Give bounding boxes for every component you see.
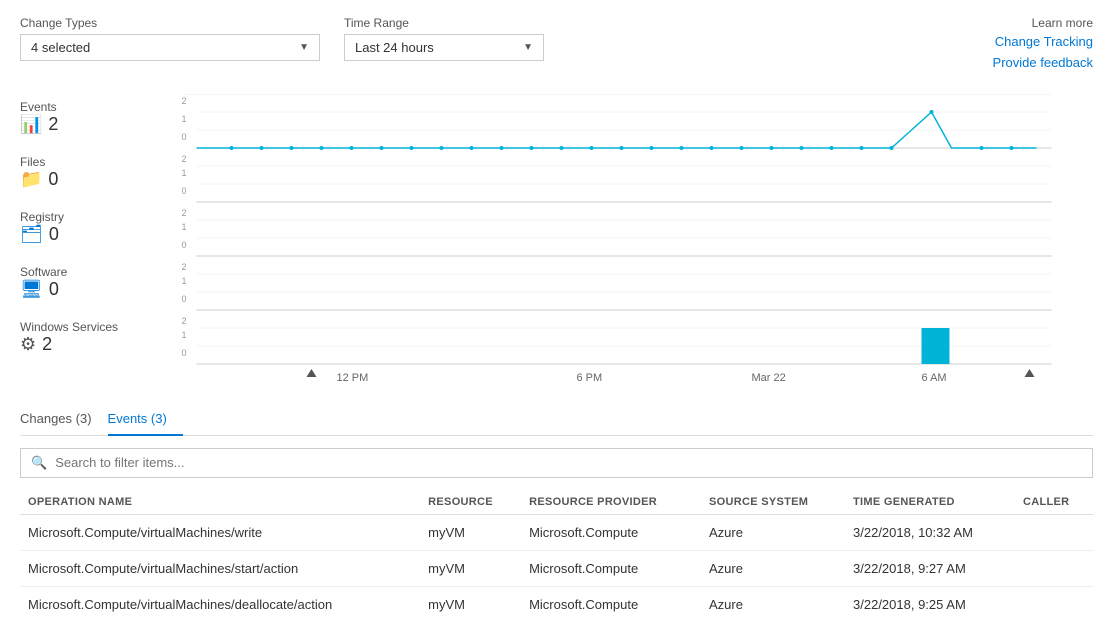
col-header-caller: CALLER <box>1015 490 1093 515</box>
cell-source: Azure <box>701 514 845 550</box>
cell-operation: Microsoft.Compute/virtualMachines/deallo… <box>20 586 420 622</box>
registry-icon: 🗂 <box>20 224 43 245</box>
search-box: 🔍 <box>20 448 1093 478</box>
svg-text:0: 0 <box>182 132 187 142</box>
table-row[interactable]: Microsoft.Compute/virtualMachines/write … <box>20 514 1093 550</box>
cell-resource: myVM <box>420 514 521 550</box>
search-icon: 🔍 <box>31 455 47 471</box>
change-types-dropdown[interactable]: 4 selected ▼ <box>20 34 320 61</box>
svg-text:1: 1 <box>182 114 187 124</box>
col-header-provider: RESOURCE PROVIDER <box>521 490 701 515</box>
provide-feedback-link[interactable]: Provide feedback <box>993 53 1093 74</box>
tab-changes[interactable]: Changes (3) <box>20 403 108 436</box>
svg-text:2: 2 <box>182 96 187 106</box>
table-row[interactable]: Microsoft.Compute/virtualMachines/deallo… <box>20 586 1093 622</box>
change-types-value: 4 selected <box>31 40 90 55</box>
windows-services-icon: ⚙ <box>20 334 36 355</box>
windows-services-count: 2 <box>42 334 52 355</box>
change-types-arrow-icon: ▼ <box>299 42 309 53</box>
registry-count: 0 <box>49 224 59 245</box>
change-tracking-link[interactable]: Change Tracking <box>995 32 1093 53</box>
events-icon: 📊 <box>20 114 42 135</box>
cell-caller <box>1015 514 1093 550</box>
category-events: Events 📊 2 <box>20 94 140 149</box>
tab-events[interactable]: Events (3) <box>108 403 183 436</box>
col-header-resource: RESOURCE <box>420 490 521 515</box>
cell-caller <box>1015 586 1093 622</box>
time-range-arrow-icon: ▼ <box>523 42 533 53</box>
tabs-bar: Changes (3) Events (3) <box>20 403 1093 436</box>
cell-resource: myVM <box>420 550 521 586</box>
category-software: Software 🖥 0 <box>20 259 140 314</box>
svg-text:6 PM: 6 PM <box>577 372 603 384</box>
svg-text:0: 0 <box>182 348 187 358</box>
search-input[interactable] <box>55 455 1082 470</box>
svg-text:2: 2 <box>182 208 187 218</box>
events-count: 2 <box>48 114 58 135</box>
svg-text:12 PM: 12 PM <box>337 372 369 384</box>
svg-text:6 AM: 6 AM <box>922 372 947 384</box>
col-header-time: TIME GENERATED <box>845 490 1015 515</box>
time-range-dropdown[interactable]: Last 24 hours ▼ <box>344 34 544 61</box>
svg-text:1: 1 <box>182 168 187 178</box>
cell-source: Azure <box>701 586 845 622</box>
svg-text:0: 0 <box>182 186 187 196</box>
cell-provider: Microsoft.Compute <box>521 550 701 586</box>
change-types-label: Change Types <box>20 16 320 30</box>
chart-sidebar: Events 📊 2 Files 📁 0 Registry 🗂 0 <box>20 94 140 387</box>
cell-operation: Microsoft.Compute/virtualMachines/write <box>20 514 420 550</box>
learn-more-label: Learn more <box>1032 16 1093 30</box>
category-files: Files 📁 0 <box>20 149 140 204</box>
software-count: 0 <box>49 279 59 300</box>
svg-text:1: 1 <box>182 330 187 340</box>
category-registry: Registry 🗂 0 <box>20 204 140 259</box>
col-header-operation: OPERATION NAME <box>20 490 420 515</box>
cell-time: 3/22/2018, 9:27 AM <box>845 550 1015 586</box>
svg-text:1: 1 <box>182 276 187 286</box>
cell-caller <box>1015 550 1093 586</box>
svg-text:1: 1 <box>182 222 187 232</box>
chart-area: 2 1 0 <box>140 94 1093 387</box>
time-range-value: Last 24 hours <box>355 40 434 55</box>
chart-svg: 2 1 0 <box>140 94 1093 384</box>
learn-more-section: Learn more Change Tracking Provide feedb… <box>993 16 1093 74</box>
cell-provider: Microsoft.Compute <box>521 586 701 622</box>
cell-time: 3/22/2018, 9:25 AM <box>845 586 1015 622</box>
events-table: OPERATION NAME RESOURCE RESOURCE PROVIDE… <box>20 490 1093 622</box>
category-windows-services: Windows Services ⚙ 2 <box>20 314 140 369</box>
cell-time: 3/22/2018, 10:32 AM <box>845 514 1015 550</box>
time-range-group: Time Range Last 24 hours ▼ <box>344 16 544 61</box>
time-range-label: Time Range <box>344 16 544 30</box>
svg-text:2: 2 <box>182 262 187 272</box>
cell-resource: myVM <box>420 586 521 622</box>
cell-source: Azure <box>701 550 845 586</box>
chart-section: Events 📊 2 Files 📁 0 Registry 🗂 0 <box>20 94 1093 387</box>
cell-operation: Microsoft.Compute/virtualMachines/start/… <box>20 550 420 586</box>
svg-text:0: 0 <box>182 240 187 250</box>
svg-text:2: 2 <box>182 316 187 326</box>
col-header-source: SOURCE SYSTEM <box>701 490 845 515</box>
files-count: 0 <box>48 169 58 190</box>
change-types-group: Change Types 4 selected ▼ <box>20 16 320 61</box>
table-row[interactable]: Microsoft.Compute/virtualMachines/start/… <box>20 550 1093 586</box>
svg-text:Mar 22: Mar 22 <box>752 372 786 384</box>
files-icon: 📁 <box>20 169 42 190</box>
svg-text:0: 0 <box>182 294 187 304</box>
svg-text:2: 2 <box>182 154 187 164</box>
cell-provider: Microsoft.Compute <box>521 514 701 550</box>
software-icon: 🖥 <box>20 279 43 300</box>
